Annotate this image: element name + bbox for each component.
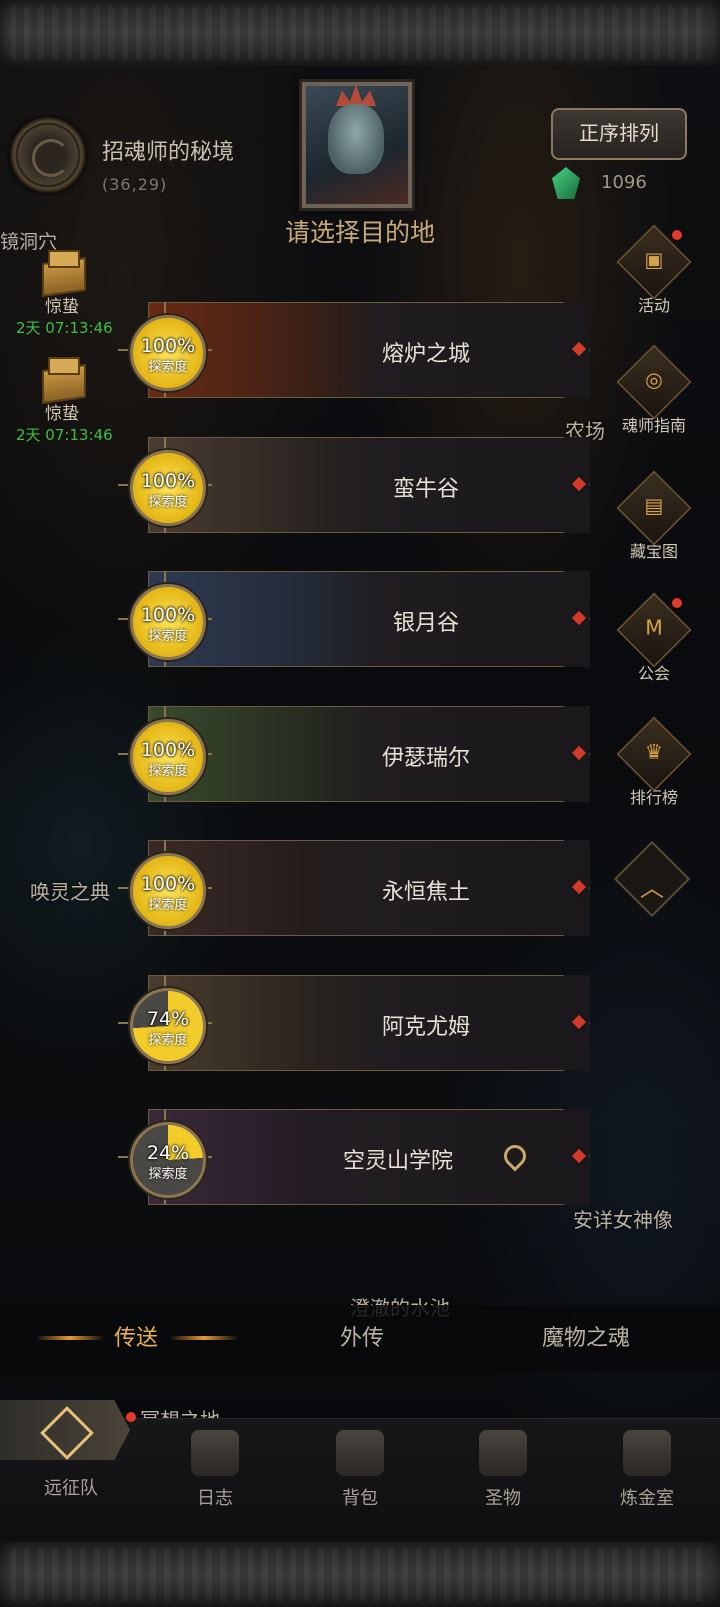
nav-label: 圣物: [485, 1488, 521, 1509]
exploration-percent: 74%: [146, 1008, 190, 1030]
treasure-map-icon: ▤: [616, 470, 692, 546]
expedition-button[interactable]: [0, 1400, 130, 1460]
nav-label: 背包: [342, 1488, 378, 1509]
destination-name: 熔炉之城: [381, 342, 470, 367]
exploration-percent: 100%: [140, 604, 196, 626]
exploration-progress-dial: 100% 探索度: [130, 853, 206, 929]
portrait-face: [328, 104, 384, 174]
location-coordinates: (36,29): [102, 175, 168, 194]
menu-guide[interactable]: ◎ 魂师指南: [604, 344, 704, 436]
notification-badge: [126, 1412, 136, 1422]
exploration-progress-dial: 24% 探索度: [130, 1122, 206, 1198]
event-chest-timer: 2天 07:13:46: [16, 319, 113, 337]
destination-row[interactable]: 阿克尤姆: [148, 975, 590, 1071]
destination-name: 银月谷: [392, 611, 459, 636]
exploration-progress-dial: 74% 探索度: [130, 988, 206, 1064]
journal-icon: [191, 1430, 239, 1476]
expedition-icon: [40, 1406, 94, 1460]
nav-alchemy[interactable]: 炼金室: [592, 1430, 702, 1510]
menu-leaderboard[interactable]: ♛ 排行榜: [604, 716, 704, 808]
location-portal-icon: [10, 117, 86, 193]
menu-activity[interactable]: ▣ 活动: [604, 224, 704, 316]
destination-name: 阿克尤姆: [381, 1015, 470, 1040]
exploration-label: 探索度: [148, 1167, 188, 1182]
gift-box-icon: [34, 246, 90, 294]
alchemy-icon: [623, 1430, 671, 1476]
guide-icon: ◎: [616, 344, 692, 420]
exploration-label: 探索度: [148, 1033, 188, 1048]
destination-row[interactable]: 永恒焦土: [148, 840, 590, 936]
bottom-frame: [0, 1540, 720, 1607]
event-chest-2[interactable]: 惊蛰 2天 07:13:46: [16, 353, 113, 445]
destination-row[interactable]: 空灵山学院: [148, 1109, 590, 1205]
nav-relic[interactable]: 圣物: [448, 1430, 558, 1510]
destination-name: 蛮牛谷: [392, 477, 459, 502]
exploration-label: 探索度: [148, 898, 188, 913]
menu-treasure-map[interactable]: ▤ 藏宝图: [604, 470, 704, 562]
exploration-progress-dial: 100% 探索度: [130, 315, 206, 391]
exploration-label: 探索度: [148, 495, 188, 510]
nav-label: 炼金室: [620, 1488, 674, 1509]
backpack-icon: [336, 1430, 384, 1476]
exploration-label: 探索度: [148, 629, 188, 644]
destination-row[interactable]: 伊瑟瑞尔: [148, 706, 590, 802]
crown-icon: [336, 84, 376, 106]
destination-row[interactable]: 蛮牛谷: [148, 437, 590, 533]
chevron-up-icon: ︿: [640, 874, 664, 902]
event-chest-label: 惊蛰: [45, 404, 79, 424]
tab-wing-right: [170, 1336, 238, 1340]
tab-side-story[interactable]: 外传: [340, 1320, 384, 1352]
exploration-percent: 100%: [140, 873, 196, 895]
tab-monster-soul[interactable]: 魔物之魂: [542, 1320, 630, 1352]
destination-row[interactable]: 银月谷: [148, 571, 590, 667]
event-chest-timer: 2天 07:13:46: [16, 426, 113, 444]
trophy-icon: ♛: [616, 716, 692, 792]
nav-label-expedition: 远征队: [44, 1478, 98, 1499]
destination-row[interactable]: 熔炉之城: [148, 302, 590, 398]
exploration-percent: 100%: [140, 739, 196, 761]
gem-count: 1096: [601, 172, 647, 193]
exploration-label: 探索度: [148, 764, 188, 779]
collapse-menu-button[interactable]: ︿: [612, 838, 692, 918]
exploration-percent: 100%: [140, 470, 196, 492]
map-label-goddess: 安详女神像: [573, 1208, 673, 1232]
exploration-progress-dial: 100% 探索度: [130, 719, 206, 795]
exploration-progress-dial: 100% 探索度: [130, 584, 206, 660]
gift-box-icon: [34, 353, 90, 401]
notification-badge: [672, 598, 682, 608]
tab-teleport[interactable]: 传送: [114, 1320, 158, 1352]
tab-wing-left: [36, 1336, 104, 1340]
player-avatar[interactable]: [302, 82, 412, 208]
event-chest-1[interactable]: 惊蛰 2天 07:13:46: [16, 246, 113, 338]
nav-journal[interactable]: 日志: [160, 1430, 270, 1510]
exploration-label: 探索度: [148, 360, 188, 375]
map-label-summon: 唤灵之典: [30, 880, 110, 904]
destination-name: 永恒焦土: [381, 880, 470, 905]
notification-badge: [672, 230, 682, 240]
destination-name: 伊瑟瑞尔: [381, 746, 470, 771]
location-name: 招魂师的秘境: [102, 140, 235, 165]
destination-name: 空灵山学院: [342, 1149, 453, 1174]
exploration-progress-dial: 100% 探索度: [130, 450, 206, 526]
event-chest-label: 惊蛰: [45, 297, 79, 317]
nav-backpack[interactable]: 背包: [305, 1430, 415, 1510]
exploration-percent: 24%: [146, 1142, 190, 1164]
relic-icon: [479, 1430, 527, 1476]
menu-guild[interactable]: M 公会: [604, 592, 704, 684]
sort-order-button[interactable]: 正序排列: [551, 108, 687, 160]
exploration-percent: 100%: [140, 335, 196, 357]
nav-label: 日志: [197, 1488, 233, 1509]
top-frame: [0, 0, 720, 68]
